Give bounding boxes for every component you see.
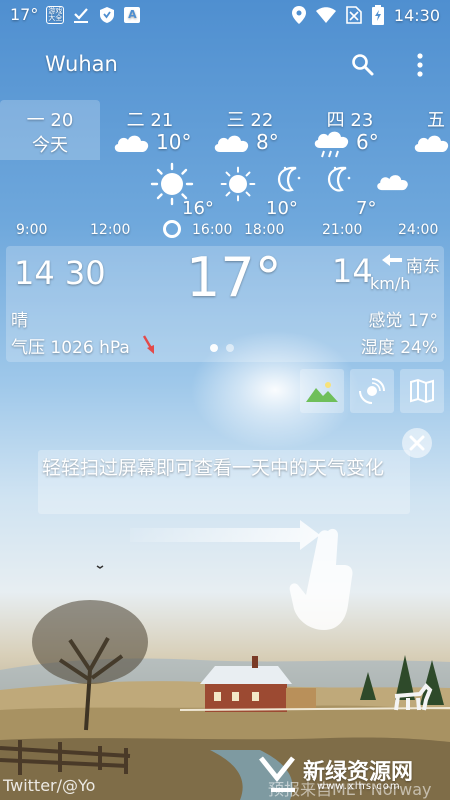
time-label: 21:00 [322, 222, 363, 238]
location-icon [291, 6, 306, 24]
city-name[interactable]: Wuhan [45, 52, 118, 76]
day-tab-thu[interactable]: 四 23 6° [300, 100, 400, 160]
hourly-forecast: 16° 10° 7° [0, 160, 450, 220]
time-label: 9:00 [16, 222, 48, 238]
time-scale[interactable]: 9:00 12:00 16:00 18:00 21:00 24:00 [0, 218, 450, 242]
download-done-icon [74, 7, 89, 23]
day-name: 二 21 [126, 110, 174, 131]
day-temp: 6° [356, 130, 379, 154]
search-icon[interactable] [350, 52, 376, 78]
wind-speed: 14 [332, 252, 373, 290]
app-a-icon: A [124, 6, 141, 23]
cloud-icon [214, 135, 249, 152]
day-name: 三 22 [226, 110, 274, 131]
days-forecast-row: 一 20 今天 二 21 10° 三 22 8° 四 23 6° 五 [0, 100, 450, 160]
day-tab-wed[interactable]: 三 22 8° [200, 100, 300, 160]
landscape-icon [306, 382, 338, 402]
current-time: 14 30 [14, 254, 106, 292]
current-hour: 14 [14, 254, 55, 292]
sun-icon [220, 166, 256, 202]
status-bar: 17° 游戏大全 A 14:30 [0, 0, 450, 30]
day-name: 五 [427, 110, 445, 131]
wind-direction: 南东 [406, 257, 440, 277]
time-label: 24:00 [398, 222, 439, 238]
day-tab-today[interactable]: 一 20 今天 [0, 100, 100, 160]
rain-cloud-icon [314, 131, 349, 158]
shield-icon [100, 6, 115, 23]
app-bar: Wuhan [0, 40, 450, 90]
game-app-icon: 游戏大全 [46, 5, 65, 24]
current-time-marker[interactable] [163, 220, 181, 238]
feels-like: 感觉 17° [368, 311, 438, 331]
day-today-label: 今天 [32, 135, 68, 156]
wind-unit: km/h [370, 274, 411, 293]
swipe-hint-card: 轻轻扫过屏幕即可查看一天中的天气变化 [38, 450, 410, 514]
watermark-logo: 新绿资源网 www.xlhs.com [255, 750, 450, 798]
day-tab-fri[interactable]: 五 [400, 100, 450, 160]
cloud-icon [377, 175, 408, 191]
hour-temp: 16° [182, 198, 214, 219]
day-temp: 8° [256, 130, 279, 154]
hint-close-button[interactable] [402, 428, 432, 458]
battery-charging-icon [371, 5, 384, 25]
close-icon [409, 435, 425, 451]
weather-effects-button[interactable] [350, 369, 394, 413]
no-sim-icon [346, 6, 362, 24]
map-icon [410, 378, 434, 404]
sun-radar-icon [359, 378, 385, 404]
watermark-mark-icon [259, 756, 295, 792]
moon-stars-icon [327, 166, 351, 192]
pressure: 气压 1026 hPa [11, 338, 130, 358]
time-label: 12:00 [90, 222, 131, 238]
swipe-hint-text: 轻轻扫过屏幕即可查看一天中的天气变化 [42, 457, 385, 479]
watermark-url: www.xlhs.com [317, 781, 401, 792]
current-minute: 30 [64, 254, 106, 292]
time-label: 16:00 [192, 222, 233, 238]
current-temperature: 17° [186, 246, 282, 309]
day-name: 四 23 [326, 110, 374, 131]
status-temp: 17° [10, 5, 39, 24]
cloud-icon [114, 135, 149, 152]
humidity: 湿度 24% [360, 338, 438, 358]
wind-direction-icon [382, 254, 402, 266]
hour-temp: 7° [356, 198, 377, 219]
moon-stars-icon [277, 166, 301, 192]
pressure-falling-icon [142, 335, 154, 354]
hour-temp: 10° [266, 198, 298, 219]
wifi-icon [315, 7, 336, 23]
time-label: 18:00 [244, 222, 285, 238]
status-time: 14:30 [393, 5, 440, 25]
weather-condition: 晴 [11, 311, 28, 331]
day-name: 一 20 [26, 110, 74, 131]
day-tab-tue[interactable]: 二 21 10° [100, 100, 200, 160]
twitter-credit[interactable]: Twitter/@Yo [3, 776, 95, 795]
map-button[interactable] [400, 369, 444, 413]
cloud-icon [414, 135, 449, 152]
day-temp: 10° [156, 130, 192, 154]
background-scene-button[interactable] [300, 369, 344, 413]
more-options-icon[interactable] [410, 52, 430, 78]
